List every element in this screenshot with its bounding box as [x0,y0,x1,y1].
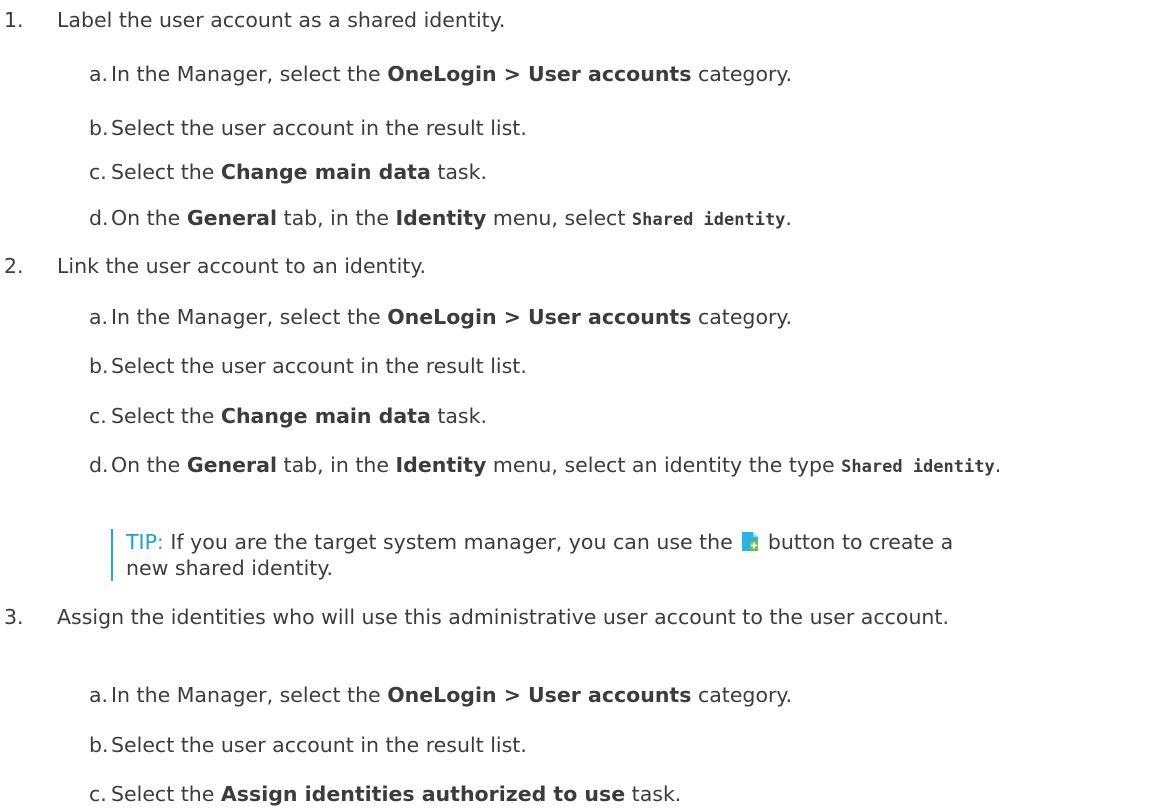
menu-name: Identity [395,206,487,230]
tab-name: General [186,453,278,477]
step-text: Assign the identities who will use this … [57,605,949,629]
substep-2d: d. On the General tab, in the Identity me… [89,453,1002,477]
task-name: Change main data [220,160,431,184]
tip-label: TIP: [126,530,164,554]
step-2: 2. Link the user account to an identity. [0,253,1175,279]
step-number: 2. [4,254,24,278]
substep-letter: a. [89,62,109,86]
substep-letter: c. [89,404,107,428]
substep-letter: c. [89,782,107,806]
step-text: Link the user account to an identity. [57,254,427,278]
menu-name: Identity [395,453,487,477]
substep-1a: a. In the Manager, select the OneLogin > … [89,62,793,86]
substep-3b: b. Select the user account in the result … [89,733,527,757]
code-value: Shared identity [841,457,995,477]
substep-letter: d. [89,206,109,230]
step-3: 3. Assign the identities who will use th… [0,604,1175,630]
substep-1d: d. On the General tab, in the Identity me… [89,206,792,230]
menu-path: OneLogin > User accounts [387,305,692,329]
step-text: Label the user account as a shared ident… [57,8,506,32]
substep-letter: a. [89,305,109,329]
step-number: 1. [4,8,24,32]
substep-letter: d. [89,453,109,477]
substep-letter: c. [89,160,107,184]
menu-path: OneLogin > User accounts [387,62,692,86]
task-name: Assign identities authorized to use [220,782,626,806]
substep-letter: b. [89,354,109,378]
menu-path: OneLogin > User accounts [387,683,692,707]
substep-letter: b. [89,733,109,757]
substep-3c: c. Select the Assign identities authorize… [89,782,682,806]
substep-2a: a. In the Manager, select the OneLogin > … [89,305,793,329]
substep-letter: a. [89,683,109,707]
substep-3a: a. In the Manager, select the OneLogin > … [89,683,793,707]
tip-note: TIP: If you are the target system manage… [111,529,986,581]
add-new-icon [741,531,759,552]
substep-1b: b. Select the user account in the result … [89,116,527,140]
step-number: 3. [4,605,24,629]
substep-2c: c. Select the Change main data task. [89,404,487,428]
substep-letter: b. [89,116,109,140]
step-1: 1. Label the user account as a shared id… [0,7,1175,33]
tab-name: General [186,206,278,230]
code-value: Shared identity [631,210,786,230]
substep-1c: c. Select the Change main data task. [89,160,487,184]
task-name: Change main data [220,404,431,428]
substep-2b: b. Select the user account in the result … [89,354,527,378]
